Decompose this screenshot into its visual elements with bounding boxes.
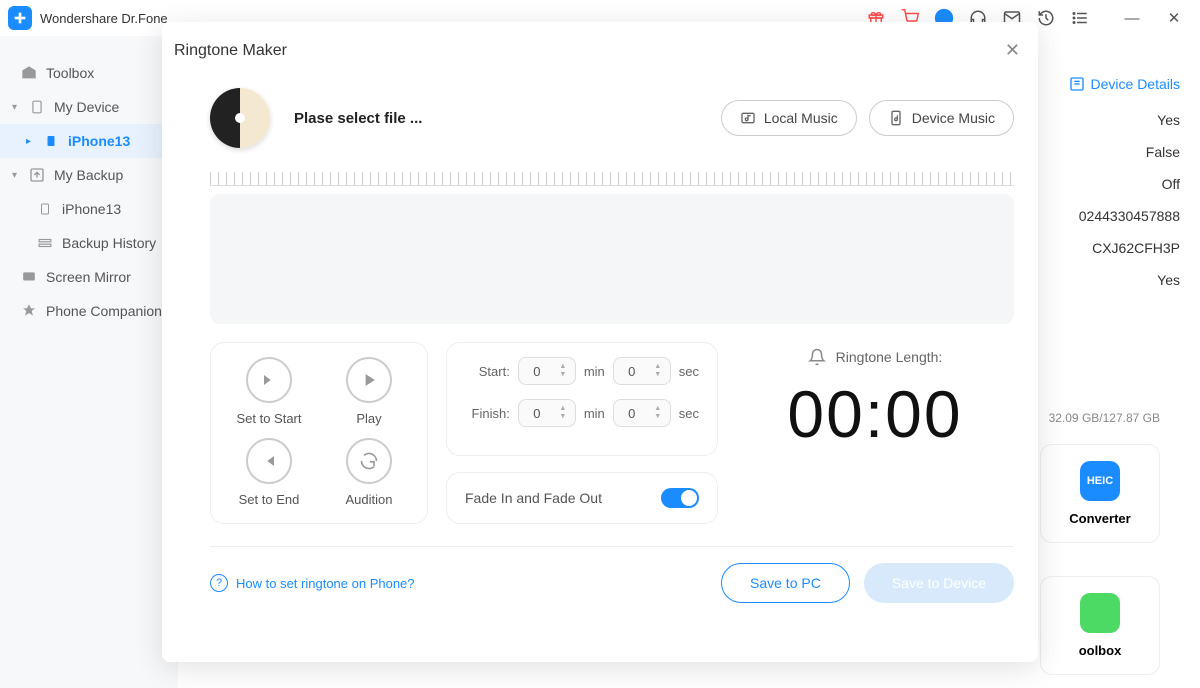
close-button[interactable]: ✕ bbox=[1164, 8, 1184, 28]
minimize-button[interactable]: — bbox=[1122, 8, 1142, 28]
close-icon[interactable]: ✕ bbox=[1005, 40, 1020, 61]
sidebar-item-mybackup[interactable]: ▾ My Backup bbox=[0, 158, 178, 192]
sidebar-label: iPhone13 bbox=[68, 133, 130, 149]
start-sec-stepper[interactable]: ▲▼ bbox=[613, 357, 671, 385]
screen-icon bbox=[20, 268, 38, 286]
finish-min-stepper[interactable]: ▲▼ bbox=[518, 399, 576, 427]
detail-value: CXJ62CFH3P bbox=[1069, 240, 1180, 256]
time-controls: Start: ▲▼ min ▲▼ sec Finish: ▲▼ min ▲▼ s… bbox=[446, 342, 718, 456]
detail-value: Yes bbox=[1069, 272, 1180, 288]
storage-text: 32.09 GB/127.87 GB bbox=[1049, 411, 1160, 425]
detail-value: False bbox=[1069, 144, 1180, 160]
ringtone-maker-modal: ✕ Ringtone Maker Plase select file ... L… bbox=[162, 22, 1038, 662]
disc-icon bbox=[210, 88, 270, 148]
bell-icon bbox=[808, 348, 826, 366]
ringtone-length-panel: Ringtone Length: 00:00 bbox=[736, 342, 1014, 524]
select-file-label: Plase select file ... bbox=[294, 110, 721, 127]
modal-title: Ringtone Maker bbox=[174, 42, 1014, 60]
detail-value: Off bbox=[1069, 176, 1180, 192]
device-details-link[interactable]: Device Details bbox=[1069, 76, 1180, 92]
sidebar-label: Phone Companion bbox=[46, 303, 162, 319]
music-icon bbox=[740, 110, 756, 126]
save-to-device-button[interactable]: Save to Device bbox=[864, 563, 1014, 603]
tile-label: Converter bbox=[1057, 511, 1143, 526]
chevron-down-icon: ▾ bbox=[12, 170, 24, 181]
phone-icon bbox=[36, 200, 54, 218]
fade-label: Fade In and Fade Out bbox=[465, 490, 602, 506]
phone-icon bbox=[42, 132, 60, 150]
chevron-right-icon: ▸ bbox=[26, 136, 38, 147]
question-icon: ? bbox=[210, 574, 228, 592]
device-music-icon bbox=[888, 110, 904, 126]
sidebar-item-mydevice[interactable]: ▾ My Device bbox=[0, 90, 178, 124]
sidebar-item-toolbox[interactable]: Toolbox bbox=[0, 56, 178, 90]
sidebar-item-iphone13[interactable]: ▸ iPhone13 bbox=[0, 124, 178, 158]
finish-label: Finish: bbox=[466, 406, 510, 421]
audition-button[interactable]: Audition bbox=[329, 438, 409, 509]
set-end-button[interactable]: Set to End bbox=[229, 438, 309, 509]
divider bbox=[210, 546, 1014, 547]
detail-value: Yes bbox=[1069, 112, 1180, 128]
playback-controls: Set to Start Play Set to End Audition bbox=[210, 342, 428, 524]
fade-toggle[interactable] bbox=[661, 488, 699, 508]
sidebar-label: Backup History bbox=[62, 235, 156, 251]
app-logo bbox=[8, 6, 32, 30]
save-to-pc-button[interactable]: Save to PC bbox=[721, 563, 850, 603]
sidebar-item-backup-iphone13[interactable]: iPhone13 bbox=[0, 192, 178, 226]
start-label: Start: bbox=[466, 364, 510, 379]
toolbox-icon bbox=[20, 64, 38, 82]
sidebar-label: iPhone13 bbox=[62, 201, 121, 217]
tile-label: oolbox bbox=[1057, 643, 1143, 658]
chevron-down-icon: ▾ bbox=[12, 102, 24, 113]
fade-toggle-row: Fade In and Fade Out bbox=[446, 472, 718, 524]
sidebar-label: My Backup bbox=[54, 167, 123, 183]
device-icon bbox=[28, 98, 46, 116]
tile-heic-converter[interactable]: HEIC Converter bbox=[1040, 444, 1160, 543]
history-icon bbox=[36, 234, 54, 252]
waveform-area[interactable] bbox=[210, 194, 1014, 324]
sidebar-label: Screen Mirror bbox=[46, 269, 131, 285]
companion-icon bbox=[20, 302, 38, 320]
ringtone-length-value: 00:00 bbox=[787, 376, 962, 452]
finish-sec-stepper[interactable]: ▲▼ bbox=[613, 399, 671, 427]
heic-icon: HEIC bbox=[1080, 461, 1120, 501]
tile-toolbox[interactable]: oolbox bbox=[1040, 576, 1160, 675]
play-button[interactable]: Play bbox=[329, 357, 409, 428]
sidebar-item-screen-mirror[interactable]: Screen Mirror bbox=[0, 260, 178, 294]
sidebar-item-backup-history[interactable]: Backup History bbox=[0, 226, 178, 260]
sidebar-item-phone-companion[interactable]: Phone Companion bbox=[0, 294, 178, 328]
start-min-stepper[interactable]: ▲▼ bbox=[518, 357, 576, 385]
sidebar: Toolbox ▾ My Device ▸ iPhone13 ▾ My Back… bbox=[0, 36, 178, 688]
timeline-ruler[interactable] bbox=[210, 172, 1014, 186]
help-link[interactable]: ? How to set ringtone on Phone? bbox=[210, 574, 415, 592]
sidebar-label: My Device bbox=[54, 99, 119, 115]
sidebar-label: Toolbox bbox=[46, 65, 94, 81]
list-icon[interactable] bbox=[1070, 8, 1090, 28]
local-music-button[interactable]: Local Music bbox=[721, 100, 857, 136]
device-music-button[interactable]: Device Music bbox=[869, 100, 1014, 136]
detail-value: 0244330457888 bbox=[1069, 208, 1180, 224]
history-icon[interactable] bbox=[1036, 8, 1056, 28]
app-title: Wondershare Dr.Fone bbox=[40, 11, 168, 26]
toolbox-tile-icon bbox=[1080, 593, 1120, 633]
backup-icon bbox=[28, 166, 46, 184]
set-start-button[interactable]: Set to Start bbox=[229, 357, 309, 428]
